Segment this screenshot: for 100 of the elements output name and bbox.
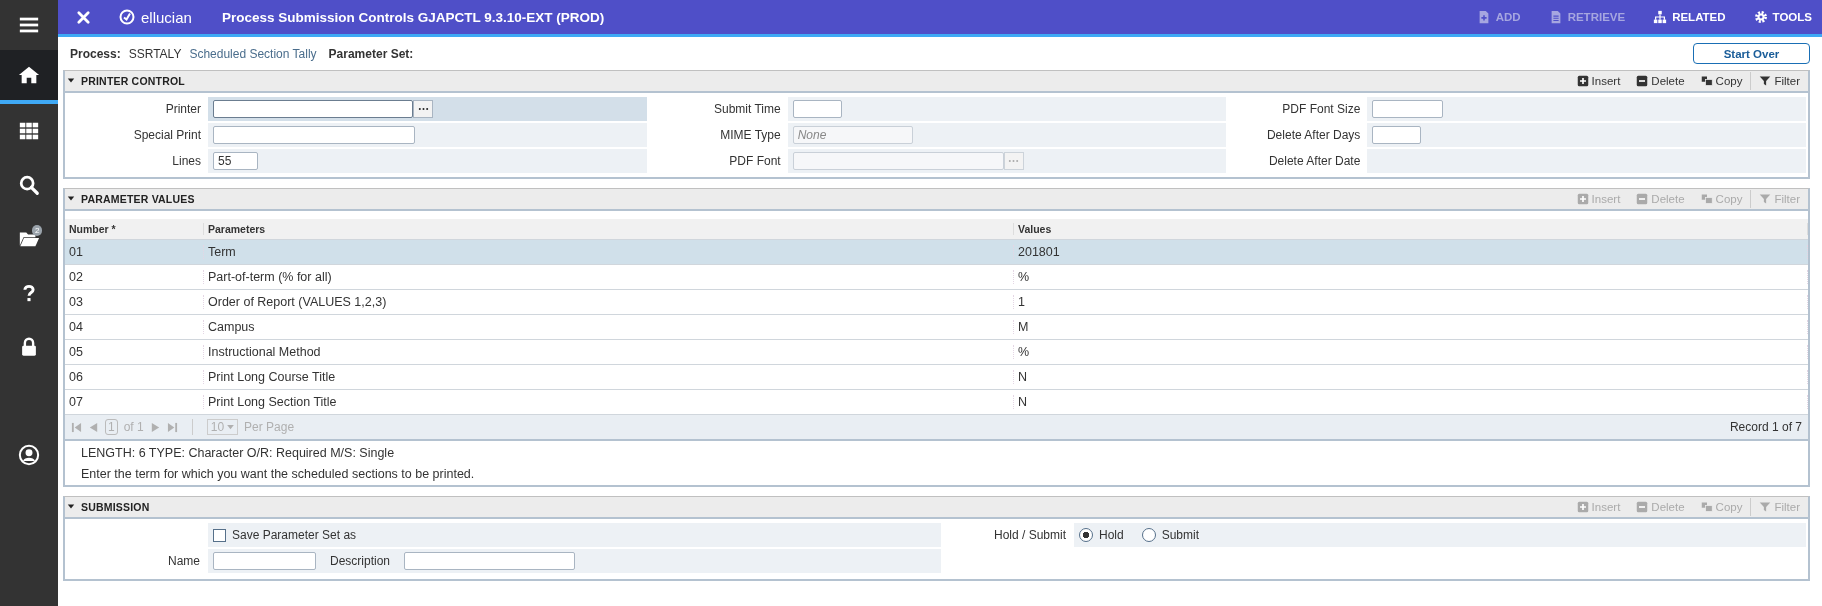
table-cell: Term xyxy=(204,245,1014,259)
copy-icon xyxy=(1700,501,1713,513)
radio-label[interactable]: Hold xyxy=(1099,528,1124,542)
table-cell: Campus xyxy=(204,320,1014,334)
table-cell: 07 xyxy=(65,395,204,409)
table-row[interactable]: 03 Order of Report (VALUES 1,2,3) 1 xyxy=(65,290,1808,315)
field-label: Delete After Date xyxy=(1267,154,1361,168)
column-header[interactable]: Parameters xyxy=(204,223,1014,235)
minus-icon xyxy=(1636,501,1649,513)
lookup-button[interactable] xyxy=(413,100,433,118)
minus-icon xyxy=(1636,193,1649,205)
field-label: Special Print xyxy=(132,128,201,142)
field-label: Description xyxy=(330,554,391,568)
field-label: PDF Font xyxy=(728,154,781,168)
input-field[interactable]: 55 xyxy=(213,152,258,170)
input-field[interactable] xyxy=(1372,100,1444,118)
copy-icon xyxy=(1700,193,1713,205)
user-icon xyxy=(18,444,40,466)
field-label: Delete After Days xyxy=(1265,128,1361,142)
record-count: Record 1 of 7 xyxy=(1729,420,1802,434)
plus-icon xyxy=(1576,193,1589,205)
input-field[interactable] xyxy=(1372,126,1422,144)
input-field[interactable] xyxy=(404,552,576,570)
parameter-set-label: Parameter Set: xyxy=(328,46,414,61)
filter-icon xyxy=(1759,75,1772,87)
action-button[interactable]: Delete xyxy=(1628,72,1693,90)
table-cell: 01 xyxy=(65,245,204,259)
field-label: Name xyxy=(167,554,200,568)
toolbar-button[interactable]: TOOLS xyxy=(1753,10,1812,24)
table-cell: M xyxy=(1014,320,1808,334)
collapse-icon[interactable] xyxy=(67,195,75,203)
settings-icon xyxy=(1753,10,1768,24)
table-cell: N xyxy=(1014,395,1808,409)
collapse-icon[interactable] xyxy=(67,503,75,511)
copy-icon xyxy=(1700,75,1713,87)
checkbox-label[interactable]: Save Parameter Set as xyxy=(232,528,357,542)
table-cell: % xyxy=(1014,270,1808,284)
section-title: PRINTER CONTROL xyxy=(81,75,185,87)
table-cell: 06 xyxy=(65,370,204,384)
caret-icon xyxy=(227,424,235,430)
table-cell: Instructional Method xyxy=(204,345,1014,359)
table-row[interactable]: 06 Print Long Course Title N xyxy=(65,365,1808,390)
input-field[interactable] xyxy=(213,552,316,570)
radio-button[interactable] xyxy=(1141,528,1156,542)
table-cell: 201801 xyxy=(1014,245,1808,259)
logo-text: ellucian xyxy=(141,8,192,26)
field-label: Hold / Submit xyxy=(992,528,1066,542)
table-row[interactable]: 02 Part-of-term (% for all) % xyxy=(65,265,1808,290)
close-icon[interactable] xyxy=(76,9,91,25)
window-title: Process Submission Controls GJAPCTL 9.3.10-EXT (PROD) xyxy=(221,9,605,25)
table-cell: Print Long Course Title xyxy=(204,370,1014,384)
start-over-button[interactable]: Start Over xyxy=(1693,43,1810,64)
action-button[interactable]: Copy xyxy=(1692,72,1751,90)
sitemap-icon xyxy=(1653,10,1668,24)
section-title: PARAMETER VALUES xyxy=(81,193,195,205)
table-cell: 1 xyxy=(1014,295,1808,309)
column-header[interactable]: Values xyxy=(1014,223,1808,235)
table-row[interactable]: 04 Campus M xyxy=(65,315,1808,340)
table-cell: 02 xyxy=(65,270,204,284)
table-cell: Order of Report (VALUES 1,2,3) xyxy=(204,295,1014,309)
minus-icon xyxy=(1636,75,1649,87)
table-cell: Part-of-term (% for all) xyxy=(204,270,1014,284)
toolbar-button[interactable]: RELATED xyxy=(1653,10,1726,24)
filter-icon xyxy=(1759,501,1772,513)
table-cell: Print Long Section Title xyxy=(204,395,1014,409)
table-cell: 04 xyxy=(65,320,204,334)
radio-label[interactable]: Submit xyxy=(1161,528,1200,542)
action-button[interactable]: Filter xyxy=(1750,72,1808,90)
logo-icon xyxy=(119,9,135,25)
plus-icon xyxy=(1576,75,1589,87)
field-label: Printer xyxy=(164,102,201,116)
table-cell: % xyxy=(1014,345,1808,359)
column-header[interactable]: Number * xyxy=(65,223,204,235)
table-row[interactable]: 05 Instructional Method % xyxy=(65,340,1808,365)
field-label: Lines xyxy=(171,154,201,168)
table-cell: 05 xyxy=(65,345,204,359)
sidebar-item[interactable] xyxy=(0,50,58,104)
process-code: SSRTALY xyxy=(128,46,182,61)
process-name: Scheduled Section Tally xyxy=(189,46,317,61)
home-icon xyxy=(18,64,40,86)
radio-button[interactable] xyxy=(1079,528,1093,542)
more-icon xyxy=(417,107,429,111)
help-text: LENGTH: 6 TYPE: Character O/R: Required M/S: Single xyxy=(81,445,396,462)
input-field[interactable] xyxy=(213,126,415,144)
per-page-label: Per Page xyxy=(244,420,295,434)
field-label: Submit Time xyxy=(712,102,781,116)
help-text: Enter the term for which you want the scheduled sections to be printed. xyxy=(81,466,476,483)
filter-icon xyxy=(1759,193,1772,205)
input-field[interactable] xyxy=(213,100,413,118)
more-icon xyxy=(1008,159,1020,163)
collapse-icon[interactable] xyxy=(67,77,75,85)
table-cell: 03 xyxy=(65,295,204,309)
process-label: Process: xyxy=(70,46,121,61)
checkbox[interactable] xyxy=(213,528,226,542)
input-field[interactable] xyxy=(792,100,842,118)
action-button[interactable]: Insert xyxy=(1568,72,1629,90)
plus-icon xyxy=(1576,501,1589,513)
search-icon xyxy=(18,174,40,196)
table-row[interactable]: 01 Term 201801 xyxy=(65,240,1808,265)
grid-icon xyxy=(18,120,40,142)
